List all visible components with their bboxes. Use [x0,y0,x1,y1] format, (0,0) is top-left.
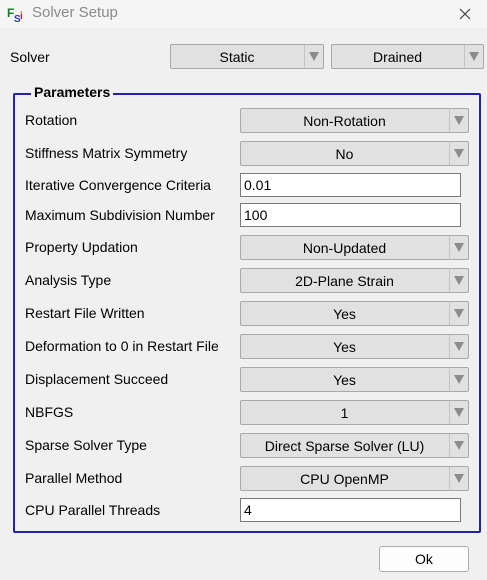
displacement-succeed-value: Yes [333,371,356,388]
close-icon [459,8,471,20]
property-updation-value: Non-Updated [302,239,387,256]
close-button[interactable] [443,0,487,28]
iterative-convergence-criteria-input[interactable]: 0.01 [240,173,461,197]
stiffness-matrix-symmetry-value: No [335,145,354,162]
title-bar: F S i Solver Setup [0,0,487,28]
param-row-displacement-succeed: Displacement Succeed Yes [0,367,487,392]
param-label: Maximum Subdivision Number [25,207,215,223]
restart-file-written-dropdown[interactable]: Yes [240,301,469,326]
rotation-value: Non-Rotation [303,112,386,129]
param-label: Displacement Succeed [25,371,169,387]
dropdown-arrow-icon [449,302,468,325]
param-label: Property Updation [25,239,138,255]
solver-row: Solver Static Drained [0,43,487,70]
param-label: Parallel Method [25,470,123,486]
dropdown-arrow-icon [449,368,468,391]
analysis-type-value: 2D-Plane Strain [295,272,394,289]
dropdown-arrow-icon [449,467,468,490]
maximum-subdivision-number-input[interactable]: 100 [240,203,461,227]
sparse-solver-type-value: Direct Sparse Solver (LU) [264,437,425,454]
dropdown-arrow-icon [449,269,468,292]
param-label: Iterative Convergence Criteria [25,177,211,193]
svg-text:i: i [20,11,23,22]
ok-button[interactable]: Ok [379,546,469,572]
solver-label: Solver [10,49,50,65]
parallel-method-value: CPU OpenMP [300,470,389,487]
solver-setup-dialog: F S i Solver Setup Solver Static Drained… [0,0,487,580]
deformation-to-0-value: Yes [333,338,356,355]
param-row-nbfgs: NBFGS 1 [0,400,487,425]
param-row-maximum-subdivision-number: Maximum Subdivision Number 100 [0,203,487,228]
param-label: Deformation to 0 in Restart File [25,338,219,354]
param-label: Rotation [25,112,78,128]
solver-drainage-value: Drained [372,48,423,65]
param-row-property-updation: Property Updation Non-Updated [0,235,487,260]
displacement-succeed-dropdown[interactable]: Yes [240,367,469,392]
parameters-group-title: Parameters [31,83,114,101]
dropdown-arrow-icon [449,142,468,165]
property-updation-dropdown[interactable]: Non-Updated [240,235,469,260]
dropdown-arrow-icon [449,109,468,132]
stiffness-matrix-symmetry-dropdown[interactable]: No [240,141,469,166]
solver-drainage-dropdown[interactable]: Drained [331,44,484,69]
dropdown-arrow-icon [449,434,468,457]
sparse-solver-type-dropdown[interactable]: Direct Sparse Solver (LU) [240,433,469,458]
rotation-dropdown[interactable]: Non-Rotation [240,108,469,133]
param-row-deformation-to-0-in-restart-file: Deformation to 0 in Restart File Yes [0,334,487,359]
solver-type-dropdown[interactable]: Static [170,44,324,69]
parallel-method-dropdown[interactable]: CPU OpenMP [240,466,469,491]
param-row-restart-file-written: Restart File Written Yes [0,301,487,326]
param-row-sparse-solver-type: Sparse Solver Type Direct Sparse Solver … [0,433,487,458]
nbfgs-value: 1 [340,404,349,421]
dropdown-arrow-icon [449,236,468,259]
restart-file-written-value: Yes [333,305,356,322]
dropdown-arrow-icon [304,45,323,68]
cpu-parallel-threads-input[interactable]: 4 [240,498,461,522]
analysis-type-dropdown[interactable]: 2D-Plane Strain [240,268,469,293]
dropdown-arrow-icon [464,45,483,68]
fsi-app-icon: F S i [7,6,23,23]
param-label: Stiffness Matrix Symmetry [25,145,188,161]
param-row-stiffness-matrix-symmetry: Stiffness Matrix Symmetry No [0,141,487,166]
param-label: Restart File Written [25,305,145,321]
window-title: Solver Setup [32,4,118,21]
param-label: Sparse Solver Type [25,437,147,453]
deformation-to-0-dropdown[interactable]: Yes [240,334,469,359]
param-row-parallel-method: Parallel Method CPU OpenMP [0,466,487,491]
nbfgs-dropdown[interactable]: 1 [240,400,469,425]
dropdown-arrow-icon [449,335,468,358]
param-row-iterative-convergence-criteria: Iterative Convergence Criteria 0.01 [0,173,487,198]
solver-type-value: Static [219,48,255,65]
param-label: NBFGS [25,404,74,420]
param-row-rotation: Rotation Non-Rotation [0,108,487,133]
param-label: CPU Parallel Threads [25,502,161,518]
param-label: Analysis Type [25,272,112,288]
param-row-cpu-parallel-threads: CPU Parallel Threads 4 [0,498,487,523]
param-row-analysis-type: Analysis Type 2D-Plane Strain [0,268,487,293]
dropdown-arrow-icon [449,401,468,424]
